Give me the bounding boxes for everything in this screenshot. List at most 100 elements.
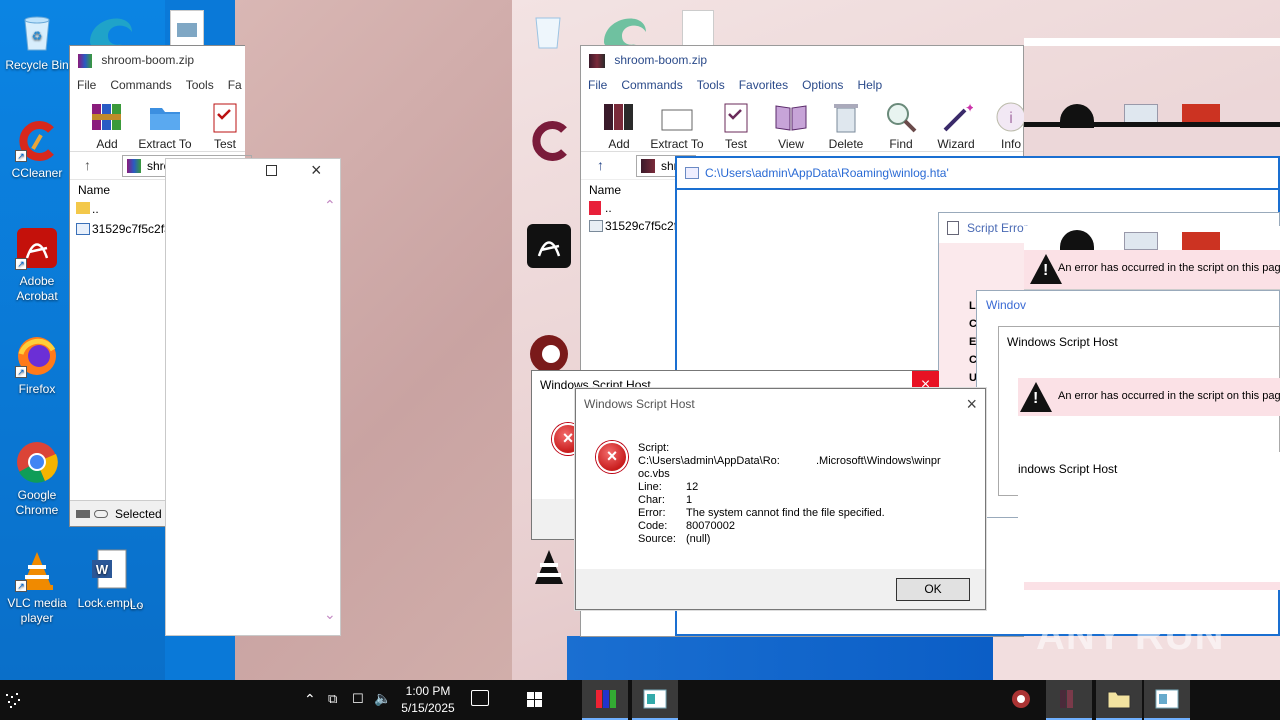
menu-tools[interactable]: Tools — [186, 78, 214, 92]
find-button[interactable]: Find — [873, 100, 929, 151]
network-icon[interactable]: ⧉ — [328, 691, 337, 707]
ok-button[interactable]: OK — [896, 578, 970, 601]
extract-to-button[interactable]: Extract To — [649, 100, 705, 151]
glitch-line — [1024, 122, 1280, 127]
wifi-icon[interactable]: ☐ — [352, 691, 364, 707]
test-button[interactable]: Test — [708, 100, 764, 151]
script-label: Script: — [638, 442, 670, 454]
button-strip: OK — [576, 569, 985, 609]
extract-to-label: Extract To — [138, 137, 192, 151]
start-button[interactable] — [508, 680, 560, 720]
desktop-icon-chrome[interactable]: Google Chrome — [1, 440, 73, 518]
volume-icon[interactable]: 🔈 — [374, 690, 391, 707]
desktop-icon-firefox[interactable]: ↗ Firefox — [1, 334, 73, 397]
desktop-icon-ccleaner[interactable]: ↗ CCleaner — [1, 118, 73, 181]
error-banner: An error has occurred in the script on t… — [1018, 378, 1280, 416]
window-title: shroom-boom.zip — [614, 53, 708, 67]
desktop-icon-adobe-acrobat[interactable]: ↗ Adobe Acrobat — [1, 226, 73, 304]
vlc-icon[interactable] — [527, 546, 571, 594]
ccleaner-icon[interactable] — [526, 118, 572, 162]
shortcut-arrow-icon: ↗ — [15, 580, 27, 592]
key-icon — [94, 510, 108, 518]
close-icon[interactable]: × — [966, 389, 977, 419]
taskbar-firefox[interactable] — [998, 680, 1044, 720]
window-title: Windows Script Host — [1007, 335, 1118, 349]
ccleaner-icon: ↗ — [15, 118, 59, 162]
desktop-icon-partial[interactable]: Lo — [130, 598, 170, 613]
file-icon — [589, 220, 603, 232]
error-banner: An error has occurred in the script on t… — [1024, 250, 1280, 290]
edge-icon[interactable] — [600, 6, 650, 49]
trash-icon — [829, 100, 863, 134]
file-name: .. — [605, 201, 612, 215]
script-path-part: .Microsoft\Windows\winpr — [816, 455, 941, 467]
error-message: An error has occurred in the script on t… — [1058, 390, 1280, 402]
edge-icon[interactable] — [86, 6, 136, 49]
menu-commands[interactable]: Commands — [621, 78, 682, 92]
scatter-icon[interactable] — [4, 692, 22, 710]
info-label: Info — [1000, 137, 1021, 151]
add-button[interactable]: Add — [79, 100, 135, 151]
clock[interactable]: 1:00 PM 5/15/2025 — [398, 683, 458, 717]
wand-icon: ✦ — [939, 100, 975, 134]
add-button[interactable]: Add — [591, 100, 647, 151]
taskbar-hta-2[interactable] — [1144, 680, 1190, 720]
warning-icon — [1020, 382, 1052, 412]
find-label: Find — [889, 137, 913, 151]
chevron-up-icon[interactable]: ⌃ — [304, 691, 316, 708]
blank-window[interactable]: × ⌃ ⌄ — [165, 158, 341, 636]
menu-commands[interactable]: Commands — [110, 78, 171, 92]
detail-value: The system cannot find the file specifie… — [686, 507, 885, 519]
test-label: Test — [213, 137, 236, 151]
delete-label: Delete — [828, 137, 864, 151]
title-separator — [677, 188, 1278, 190]
adobe-acrobat-icon[interactable] — [527, 224, 571, 268]
notification-icon[interactable] — [471, 690, 489, 706]
taskbar-explorer[interactable] — [1096, 680, 1142, 720]
column-name-label: Name — [589, 183, 622, 197]
menu-file[interactable]: File — [588, 78, 607, 92]
recycle-bin-icon[interactable] — [528, 10, 568, 50]
menu-favorites[interactable]: Favorites — [739, 78, 788, 92]
menu-options[interactable]: Options — [802, 78, 843, 92]
taskbar-hta[interactable] — [632, 680, 678, 720]
delete-button[interactable]: Delete — [818, 100, 874, 151]
menu-favorites[interactable]: Fa — [228, 78, 242, 92]
desktop-icon-vlc[interactable]: ↗ VLC media player — [1, 548, 73, 626]
up-arrow-icon[interactable]: ↑ — [84, 157, 91, 173]
scrollbar[interactable]: ⌃ ⌄ — [322, 187, 340, 631]
menu-file[interactable]: File — [77, 78, 96, 92]
view-button[interactable]: View — [763, 100, 819, 151]
menu-help[interactable]: Help — [857, 78, 882, 92]
test-button[interactable]: Test — [197, 100, 253, 151]
window-titlebar[interactable]: C:\Users\admin\AppData\Roaming\winlog.ht… — [677, 158, 1278, 188]
extract-to-button[interactable]: Extract To — [137, 100, 193, 151]
window-title: shroom-boom.zip — [101, 53, 195, 67]
desktop-icon-label: Lo — [130, 598, 144, 612]
taskbar-winrar-2[interactable] — [1046, 680, 1092, 720]
up-arrow-icon[interactable]: ↑ — [597, 157, 604, 173]
taskbar-winrar[interactable] — [582, 680, 628, 720]
add-label: Add — [96, 137, 118, 151]
toolbar: Add Extract To Test — [70, 96, 245, 151]
file-icon[interactable] — [682, 10, 714, 46]
wizard-button[interactable]: ✦ Wizard — [928, 100, 984, 151]
desktop-icon-recycle-bin[interactable]: ♻ Recycle Bin — [1, 10, 73, 73]
scroll-down-icon[interactable]: ⌄ — [324, 606, 336, 623]
file-icon[interactable] — [170, 10, 204, 46]
window-titlebar[interactable]: Windows Script Host × — [576, 389, 985, 419]
window-titlebar[interactable]: shroom-boom.zip — [581, 46, 1023, 74]
close-icon[interactable]: × — [311, 160, 322, 181]
detail-row: Code: 80070002 — [638, 520, 978, 533]
error-icon: × — [596, 441, 628, 473]
maximize-icon[interactable] — [266, 165, 277, 176]
window-titlebar[interactable]: × — [166, 159, 340, 187]
menu-tools[interactable]: Tools — [697, 78, 725, 92]
desktop-icon-label: VLC media player — [7, 596, 67, 625]
add-icon — [90, 100, 124, 134]
list-item[interactable]: 31529c7f5c2f3 — [581, 217, 676, 235]
folder-icon — [589, 201, 601, 215]
wsh-dialog[interactable]: Windows Script Host × × Script: C:\Users… — [575, 388, 986, 610]
scroll-up-icon[interactable]: ⌃ — [324, 197, 336, 214]
window-titlebar[interactable]: shroom-boom.zip — [70, 46, 245, 74]
